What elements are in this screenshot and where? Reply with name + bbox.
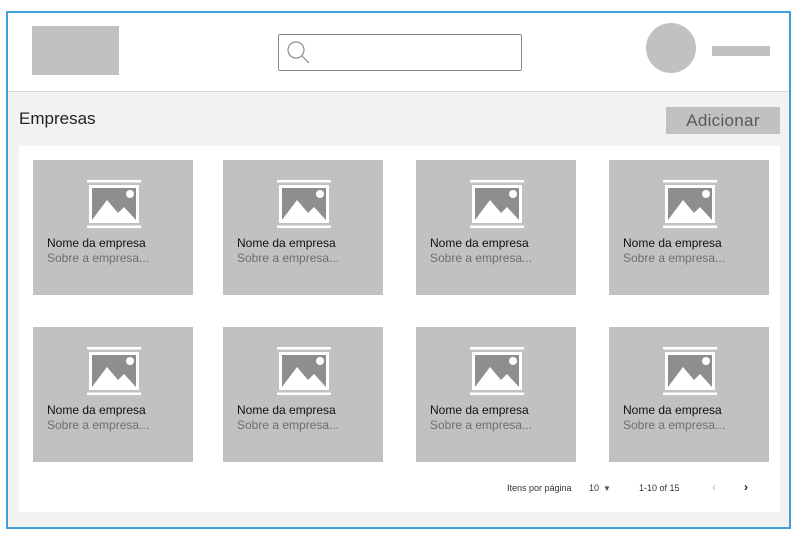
- company-about: Sobre a empresa...: [623, 251, 726, 265]
- company-card[interactable]: Nome da empresa Sobre a empresa...: [416, 327, 576, 462]
- company-name: Nome da empresa: [430, 403, 529, 417]
- page-range: 1-10 of 15: [639, 483, 680, 493]
- company-card[interactable]: Nome da empresa Sobre a empresa...: [223, 160, 383, 295]
- company-name: Nome da empresa: [47, 403, 146, 417]
- logo[interactable]: [32, 26, 119, 75]
- image-placeholder-icon: [470, 180, 524, 228]
- company-about: Sobre a empresa...: [430, 251, 533, 265]
- page-title: Empresas: [19, 109, 96, 128]
- app-frame: Empresas Adicionar Nome da empresa Sobre…: [6, 11, 791, 529]
- company-card[interactable]: Nome da empresa Sobre a empresa...: [33, 160, 193, 295]
- company-name: Nome da empresa: [237, 236, 336, 250]
- company-name: Nome da empresa: [623, 236, 722, 250]
- company-card[interactable]: Nome da empresa Sobre a empresa...: [416, 160, 576, 295]
- company-about: Sobre a empresa...: [237, 251, 340, 265]
- company-name: Nome da empresa: [237, 403, 336, 417]
- company-grid: Nome da empresa Sobre a empresa... Nome …: [19, 146, 780, 512]
- dropdown-arrow-icon: ▼: [603, 484, 611, 493]
- image-placeholder-icon: [277, 180, 331, 228]
- search-icon: [287, 41, 310, 64]
- items-per-page-label: Itens por página: [507, 483, 572, 493]
- image-placeholder-icon: [663, 347, 717, 395]
- image-placeholder-icon: [87, 347, 141, 395]
- image-placeholder-icon: [87, 180, 141, 228]
- company-name: Nome da empresa: [623, 403, 722, 417]
- company-card[interactable]: Nome da empresa Sobre a empresa...: [609, 160, 769, 295]
- chevron-right-icon[interactable]: ›: [744, 480, 748, 494]
- image-placeholder-icon: [663, 180, 717, 228]
- company-about: Sobre a empresa...: [47, 251, 150, 265]
- items-per-page-select[interactable]: 10 ▼: [589, 483, 611, 493]
- company-about: Sobre a empresa...: [430, 418, 533, 432]
- company-name: Nome da empresa: [47, 236, 146, 250]
- header: [8, 13, 789, 92]
- company-about: Sobre a empresa...: [623, 418, 726, 432]
- company-about: Sobre a empresa...: [47, 418, 150, 432]
- company-card[interactable]: Nome da empresa Sobre a empresa...: [33, 327, 193, 462]
- search-input[interactable]: [278, 34, 522, 71]
- chevron-left-icon[interactable]: ‹: [712, 480, 716, 494]
- add-company-button[interactable]: Adicionar: [666, 107, 780, 134]
- items-per-page-value: 10: [589, 483, 600, 493]
- image-placeholder-icon: [470, 347, 524, 395]
- image-placeholder-icon: [277, 347, 331, 395]
- company-card[interactable]: Nome da empresa Sobre a empresa...: [609, 327, 769, 462]
- avatar[interactable]: [646, 23, 696, 73]
- company-name: Nome da empresa: [430, 236, 529, 250]
- company-card[interactable]: Nome da empresa Sobre a empresa...: [223, 327, 383, 462]
- username-placeholder[interactable]: [712, 46, 770, 56]
- company-about: Sobre a empresa...: [237, 418, 340, 432]
